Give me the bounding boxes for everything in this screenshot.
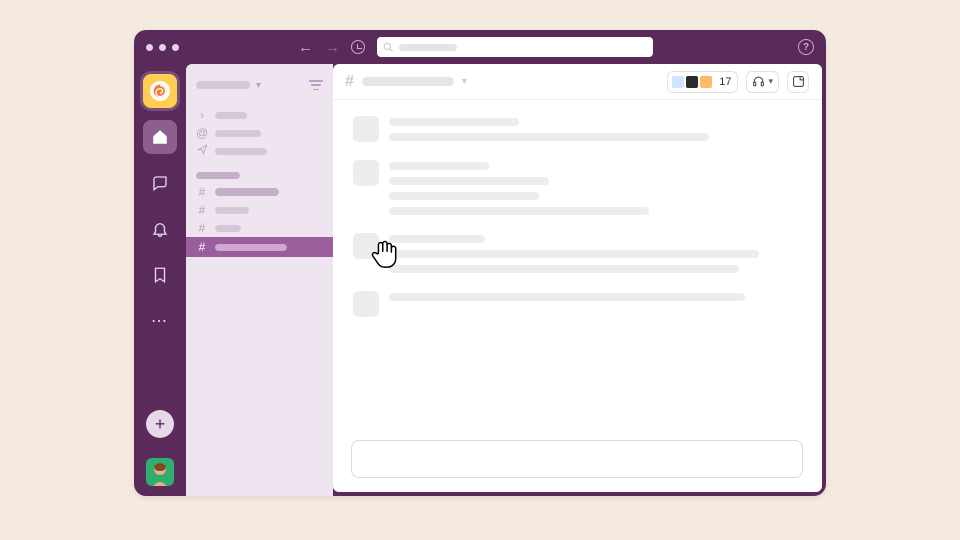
channel-item[interactable]: # <box>186 201 333 219</box>
sidebar-item-mentions[interactable]: @ <box>186 124 333 142</box>
hash-icon: # <box>345 73 354 91</box>
workspace-name-placeholder <box>196 81 250 89</box>
huddle-button[interactable]: ▾ <box>746 71 779 93</box>
caret-right-icon: › <box>196 108 208 122</box>
search-placeholder <box>399 44 457 51</box>
message-list[interactable] <box>333 100 821 440</box>
text-line <box>389 133 709 141</box>
search-icon <box>383 42 393 52</box>
rail-dms-button[interactable] <box>143 166 177 200</box>
workspace-rail: ⋯ + <box>134 64 186 496</box>
rail-home-button[interactable] <box>143 120 177 154</box>
canvas-icon <box>792 75 805 88</box>
mention-icon: @ <box>196 126 208 140</box>
text-line <box>389 192 539 200</box>
channel-item[interactable]: # <box>186 183 333 201</box>
search-input[interactable] <box>377 37 653 57</box>
message-avatar <box>353 116 379 142</box>
page-background: ← → ? <box>0 0 960 540</box>
member-avatar-icon <box>671 75 685 89</box>
rail-more-button[interactable]: ⋯ <box>143 304 177 338</box>
history-icon[interactable] <box>351 40 365 54</box>
rail-activity-button[interactable] <box>143 212 177 246</box>
message-composer[interactable] <box>351 440 803 478</box>
dm-icon <box>151 174 169 192</box>
channel-item-active[interactable]: # <box>186 237 333 257</box>
sidebar-item-label <box>215 112 247 119</box>
nav-back-icon[interactable]: ← <box>295 39 316 56</box>
text-line <box>389 293 745 301</box>
workspace-switcher[interactable]: ▾ <box>186 72 333 98</box>
swirl-icon <box>152 83 168 99</box>
message-body <box>389 160 801 215</box>
channel-label <box>215 244 287 251</box>
sidebar-item-drafts[interactable] <box>186 142 333 160</box>
chevron-down-icon: ▾ <box>768 76 773 87</box>
canvas-button[interactable] <box>787 71 809 93</box>
home-icon <box>151 128 169 146</box>
text-line <box>389 250 759 258</box>
titlebar: ← → ? <box>134 30 826 64</box>
headphones-icon <box>752 75 765 88</box>
message-avatar <box>353 160 379 186</box>
main-pane: # ▾ 17 ▾ <box>333 64 822 492</box>
app-body: ⋯ + ▾ <box>134 64 826 496</box>
channel-label <box>215 188 279 196</box>
window-close-dot[interactable] <box>146 44 153 51</box>
nav-forward-icon[interactable]: → <box>322 39 343 56</box>
sidebar-item-label <box>215 130 261 137</box>
text-line <box>389 235 485 243</box>
channel-label <box>215 207 249 214</box>
members-button[interactable]: 17 <box>667 71 738 93</box>
text-line <box>389 118 519 126</box>
hash-icon: # <box>196 240 208 254</box>
message-body <box>389 291 801 317</box>
text-line <box>389 207 649 215</box>
pointer-cursor-icon <box>370 238 400 270</box>
members-count: 17 <box>719 76 731 88</box>
message-row[interactable] <box>353 160 801 215</box>
window-min-dot[interactable] <box>159 44 166 51</box>
composer-area <box>333 440 821 492</box>
workspace-tile[interactable] <box>143 74 177 108</box>
message-avatar <box>353 291 379 317</box>
hash-icon: # <box>196 185 208 199</box>
channel-label <box>215 225 241 232</box>
ellipsis-icon: ⋯ <box>151 311 169 331</box>
workspace-logo-icon <box>150 81 170 101</box>
slack-window: ← → ? <box>134 30 826 496</box>
channel-item[interactable]: # <box>186 219 333 237</box>
hash-icon: # <box>196 203 208 217</box>
member-avatar-icon <box>699 75 713 89</box>
rail-new-button[interactable]: + <box>146 410 174 438</box>
channel-sidebar: ▾ › @ <box>186 64 333 496</box>
channels-section-header[interactable] <box>196 172 240 179</box>
message-row[interactable] <box>353 116 801 142</box>
message-row[interactable] <box>353 233 801 273</box>
hash-icon: # <box>196 221 208 235</box>
send-icon <box>196 144 208 158</box>
help-icon[interactable]: ? <box>798 39 814 55</box>
avatar-icon <box>146 458 174 486</box>
member-avatar-icon <box>685 75 699 89</box>
rail-user-avatar[interactable] <box>146 458 174 486</box>
channel-header: # ▾ 17 ▾ <box>333 64 821 100</box>
sidebar-item-label <box>215 148 267 155</box>
sidebar-item-threads[interactable]: › <box>186 106 333 124</box>
bookmark-icon <box>151 266 169 284</box>
chevron-down-icon: ▾ <box>256 80 261 91</box>
message-row[interactable] <box>353 291 801 317</box>
rail-bookmarks-button[interactable] <box>143 258 177 292</box>
filter-icon[interactable] <box>309 80 323 90</box>
message-body <box>389 233 801 273</box>
bell-icon <box>151 220 169 238</box>
message-body <box>389 116 801 142</box>
channel-name-placeholder[interactable] <box>362 77 454 86</box>
text-line <box>389 177 549 185</box>
window-max-dot[interactable] <box>172 44 179 51</box>
chevron-down-icon[interactable]: ▾ <box>462 76 467 87</box>
text-line <box>389 265 739 273</box>
window-controls[interactable] <box>146 44 179 51</box>
text-line <box>389 162 489 170</box>
